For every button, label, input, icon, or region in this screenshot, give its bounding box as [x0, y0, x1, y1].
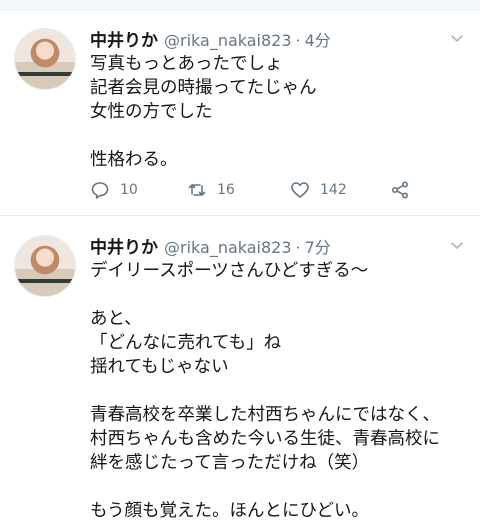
share-button[interactable] — [390, 180, 420, 200]
display-name[interactable]: 中井りか — [90, 233, 158, 258]
tweet-header: 中井りか @rika_nakai823 · 7分 — [90, 233, 331, 258]
feed-top-divider — [0, 0, 480, 10]
chevron-down-icon[interactable] — [450, 237, 464, 251]
display-name[interactable]: 中井りか — [90, 26, 158, 51]
like-button[interactable]: 142 — [290, 180, 347, 200]
retweet-icon — [188, 184, 206, 196]
share-icon — [391, 181, 409, 199]
timestamp[interactable]: 4分 — [305, 27, 331, 51]
tweet-header: 中井りか @rika_nakai823 · 4分 — [90, 26, 331, 51]
avatar[interactable] — [14, 28, 76, 90]
tweet-actions: 10 16 142 — [90, 180, 430, 204]
tweet[interactable]: 中井りか @rika_nakai823 · 4分 写真もっとあったでしょ 記者会… — [0, 10, 480, 216]
avatar[interactable] — [14, 235, 76, 297]
user-handle[interactable]: @rika_nakai823 — [164, 31, 292, 50]
tweet-text: デイリースポーツさんひどすぎる〜 あと、 「どんなに売れても」ね 揺れてもじゃな… — [90, 261, 440, 521]
heart-icon — [291, 182, 309, 198]
tweet-text: 写真もっとあったでしょ 記者会見の時撮ってたじゃん 女性の方でした 性格わる。 — [90, 54, 317, 170]
retweet-button[interactable]: 16 — [187, 180, 235, 200]
separator: · — [295, 238, 301, 257]
like-count: 142 — [320, 182, 347, 198]
timestamp[interactable]: 7分 — [305, 234, 331, 258]
chevron-down-icon[interactable] — [450, 30, 464, 44]
retweet-count: 16 — [217, 182, 235, 198]
tweet[interactable]: 中井りか @rika_nakai823 · 7分 デイリースポーツさんひどすぎる… — [0, 217, 480, 523]
reply-count: 10 — [120, 182, 138, 198]
user-handle[interactable]: @rika_nakai823 — [164, 238, 292, 257]
reply-button[interactable]: 10 — [90, 180, 138, 200]
reply-icon — [91, 182, 109, 199]
separator: · — [295, 31, 301, 50]
